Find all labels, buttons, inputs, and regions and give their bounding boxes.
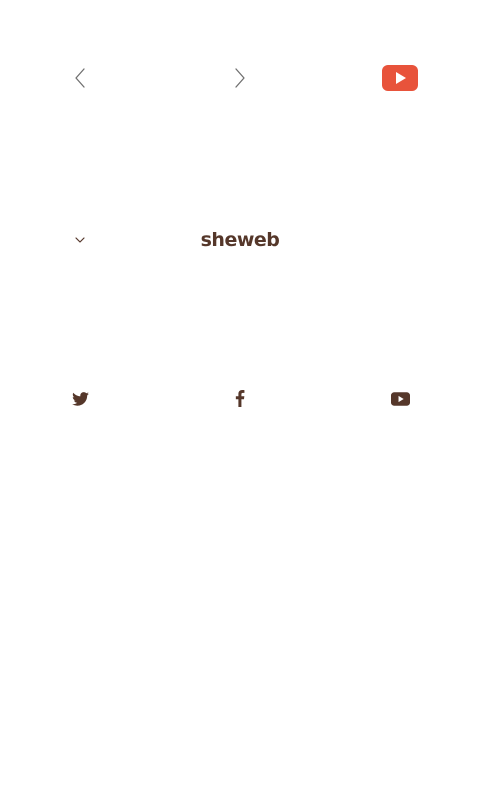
youtube-play-button[interactable] <box>380 64 420 96</box>
twitter-link[interactable] <box>66 387 94 415</box>
site-logo[interactable]: sheweb <box>200 225 280 255</box>
youtube-play-icon <box>382 64 418 96</box>
youtube-link[interactable] <box>386 387 414 415</box>
chevron-right-icon <box>233 67 247 94</box>
next-button[interactable] <box>224 64 256 96</box>
twitter-icon <box>71 391 89 411</box>
chevron-left-icon <box>73 67 87 94</box>
facebook-icon <box>235 390 245 412</box>
youtube-icon <box>390 391 410 411</box>
logo-text: sheweb <box>200 229 280 251</box>
facebook-link[interactable] <box>226 387 254 415</box>
chevron-down-icon <box>74 231 86 249</box>
prev-button[interactable] <box>64 64 96 96</box>
menu-toggle[interactable] <box>70 230 90 250</box>
